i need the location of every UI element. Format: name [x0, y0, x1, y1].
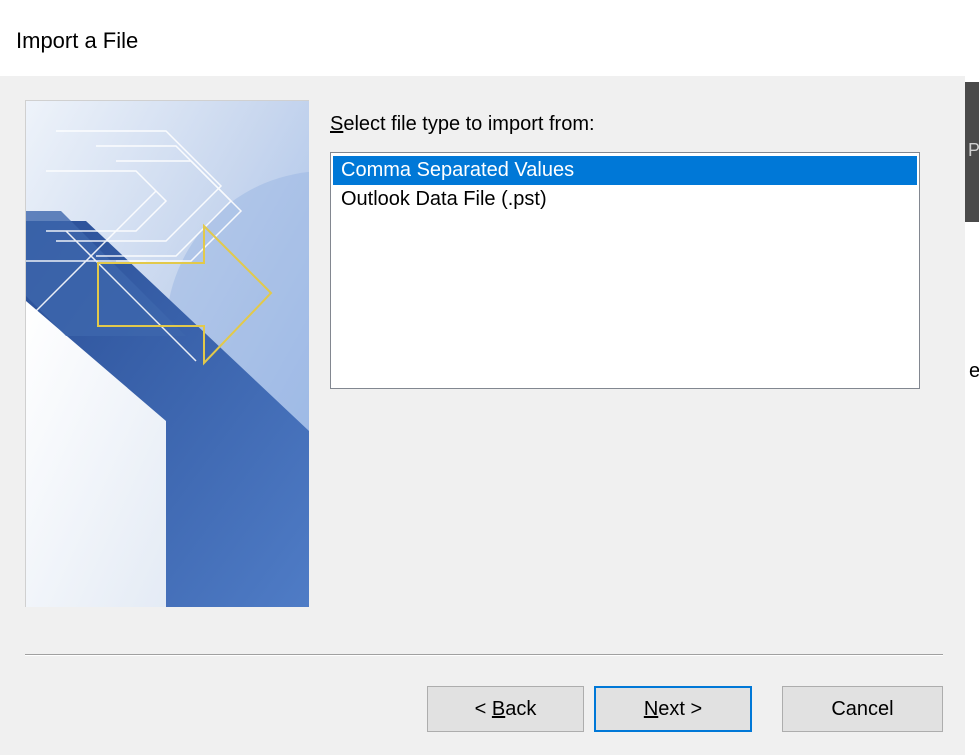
next-button-label: ext >	[658, 698, 703, 720]
wizard-arrows-illustration	[26, 101, 309, 607]
cancel-button[interactable]: Cancel	[782, 686, 943, 732]
back-button-accelerator: B	[491, 698, 506, 720]
next-button[interactable]: Next >	[594, 686, 752, 732]
background-edge-glyph-bottom: e	[969, 360, 979, 382]
background-edge-glyph-top: P	[968, 140, 979, 160]
prompt-accelerator: S	[330, 113, 344, 135]
import-file-dialog: Import a File Select file type to import…	[0, 0, 965, 755]
back-button[interactable]: < Back	[427, 686, 584, 732]
file-type-prompt-label: Select file type to import from:	[330, 113, 595, 136]
title-bar: Import a File	[0, 0, 965, 76]
file-type-listbox[interactable]: Comma Separated Values Outlook Data File…	[330, 152, 920, 389]
back-button-prefix: <	[474, 698, 492, 720]
footer-separator	[25, 654, 943, 656]
wizard-banner-image	[25, 100, 309, 607]
back-button-label: ack	[505, 698, 537, 720]
dialog-title: Import a File	[16, 28, 139, 53]
next-button-accelerator: N	[643, 698, 659, 720]
prompt-text: elect file type to import from:	[343, 113, 595, 135]
list-item-csv[interactable]: Comma Separated Values	[333, 156, 917, 185]
list-item-pst[interactable]: Outlook Data File (.pst)	[333, 185, 917, 214]
